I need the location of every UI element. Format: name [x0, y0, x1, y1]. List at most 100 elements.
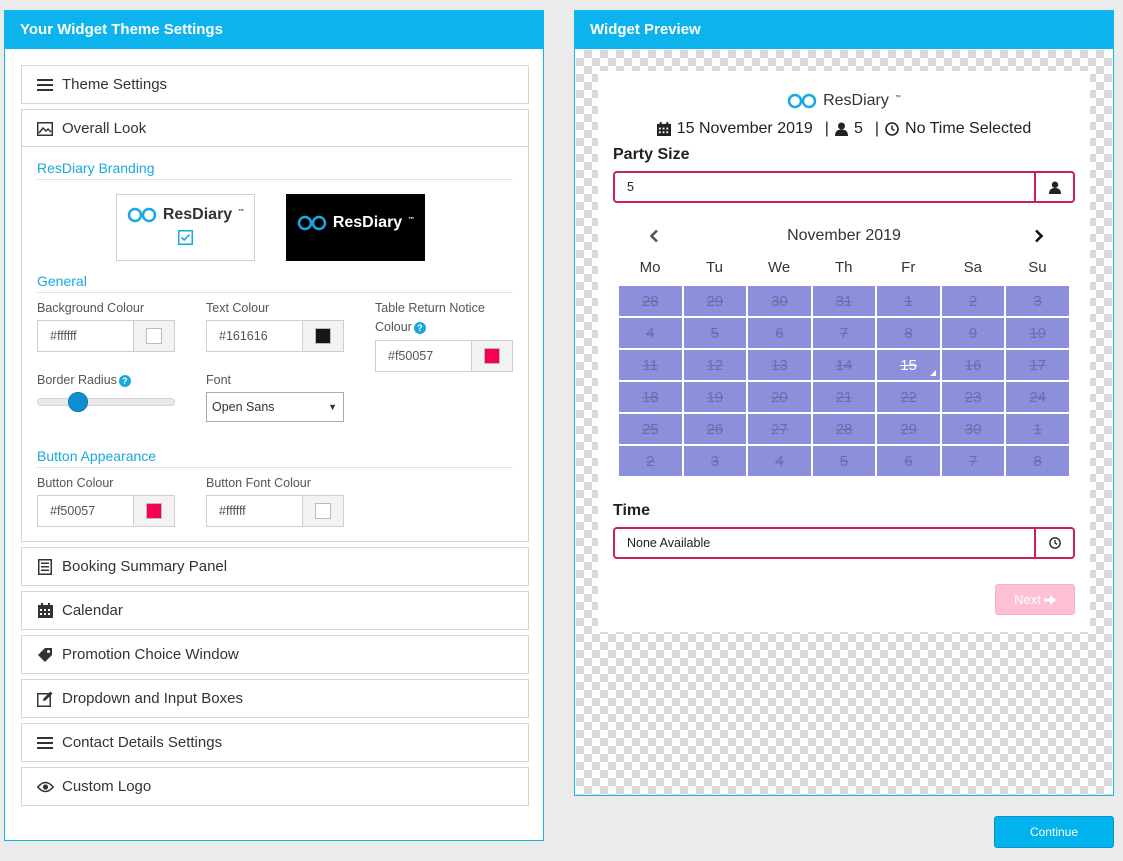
next-button-label: Next	[1014, 592, 1041, 607]
button-font-colour-input[interactable]: #ffffff	[206, 495, 344, 527]
calendar-day[interactable]: 26	[682, 413, 748, 445]
table-return-label-line2: Colour?	[375, 320, 426, 334]
calendar-day[interactable]: 25	[618, 413, 683, 445]
next-button[interactable]: Next	[995, 584, 1075, 615]
help-icon[interactable]: ?	[413, 321, 426, 334]
calendar-day[interactable]: 3	[682, 445, 748, 477]
button-font-colour-label: Button Font Colour	[206, 476, 311, 490]
calendar-day[interactable]: 1	[876, 285, 941, 317]
colour-swatch[interactable]	[315, 503, 331, 519]
theme-settings-panel: Your Widget Theme Settings Theme Setting…	[4, 10, 544, 841]
accordion-booking-summary[interactable]: Booking Summary Panel	[21, 547, 529, 586]
calendar-day[interactable]: 21	[811, 381, 877, 413]
calendar-day[interactable]: 30	[747, 285, 812, 317]
calendar-day[interactable]: 3	[1005, 285, 1070, 317]
help-icon[interactable]: ?	[118, 374, 131, 387]
colour-value: #ffffff	[219, 504, 246, 518]
calendar-day[interactable]: 17	[1005, 349, 1070, 381]
accordion-contact-details[interactable]: Contact Details Settings	[21, 723, 529, 762]
theme-settings-panel-title: Your Widget Theme Settings	[5, 11, 543, 49]
calendar-day[interactable]: 31	[811, 285, 877, 317]
accordion-theme-settings[interactable]: Theme Settings	[21, 65, 529, 104]
colour-swatch[interactable]	[146, 503, 162, 519]
calendar-day[interactable]: 29	[876, 413, 941, 445]
summary-separator: |	[824, 120, 829, 137]
calendar-day[interactable]: 28	[811, 413, 877, 445]
calendar-day[interactable]: 29	[682, 285, 748, 317]
calendar-day[interactable]: 5	[811, 445, 877, 477]
brand-option-dark[interactable]: ResDiary ™	[286, 194, 425, 261]
calendar-day[interactable]: 16	[940, 349, 1006, 381]
next-month-icon[interactable]	[1029, 226, 1049, 246]
accordion-label: Contact Details Settings	[62, 734, 223, 751]
accordion-overall-look-header[interactable]: Overall Look	[22, 110, 528, 147]
colour-swatch[interactable]	[315, 328, 331, 344]
calendar-day[interactable]: 7	[811, 317, 877, 349]
calendar-day[interactable]: 1	[1005, 413, 1070, 445]
time-select[interactable]: None Available	[613, 527, 1075, 559]
colour-swatch[interactable]	[484, 348, 500, 364]
calendar-day[interactable]: 2	[940, 285, 1006, 317]
calendar-month-title: November 2019	[787, 227, 901, 244]
calendar-day[interactable]: 22	[876, 381, 941, 413]
time-label: Time	[613, 502, 651, 519]
continue-button[interactable]: Continue	[994, 816, 1114, 848]
party-size-input[interactable]: 5	[613, 171, 1075, 203]
calendar-day[interactable]: 14	[811, 349, 877, 381]
calendar-week-row: 2345678	[618, 445, 1070, 477]
calendar-day[interactable]: 18	[618, 381, 683, 413]
calendar-day[interactable]: 13	[747, 349, 812, 381]
accordion-custom-logo[interactable]: Custom Logo	[21, 767, 529, 806]
calendar-day[interactable]: 10	[1005, 317, 1070, 349]
accordion-label: Custom Logo	[62, 778, 152, 795]
calendar-day[interactable]: 27	[747, 413, 812, 445]
calendar-day[interactable]: 23	[940, 381, 1006, 413]
calendar-day[interactable]: 7	[940, 445, 1006, 477]
time-value: None Available	[627, 536, 711, 550]
weekday-label: Th	[834, 259, 853, 276]
calendar-grid: 28 29 30 31 1 2 3 4 5 6 7 8 9 10 11 12 13 14 15 16 17 18 19 20 2…	[618, 285, 1070, 477]
slider-handle[interactable]	[67, 392, 88, 412]
accordion-dropdown-input[interactable]: Dropdown and Input Boxes	[21, 679, 529, 718]
calendar-day[interactable]: 20	[747, 381, 812, 413]
calendar-day[interactable]: 2	[618, 445, 683, 477]
colour-swatch[interactable]	[146, 328, 162, 344]
user-icon	[1034, 173, 1073, 201]
calendar-day[interactable]: 15	[876, 349, 941, 381]
table-return-label-line1: Table Return Notice	[375, 301, 485, 315]
calendar-day[interactable]: 24	[1005, 381, 1070, 413]
border-radius-slider[interactable]	[37, 392, 175, 412]
checkbox-checked-icon[interactable]	[178, 229, 193, 250]
brand-name: ResDiary	[162, 205, 233, 223]
calendar-day[interactable]: 11	[618, 349, 683, 381]
calendar-day[interactable]: 4	[747, 445, 812, 477]
calendar-week-row: 28 29 30 31 1 2 3	[618, 285, 1070, 317]
accordion-promotion-choice[interactable]: Promotion Choice Window	[21, 635, 529, 674]
font-select-value: Open Sans	[212, 400, 275, 414]
button-colour-input[interactable]: #f50057	[37, 495, 175, 527]
calendar-day[interactable]: 9	[940, 317, 1006, 349]
colour-value: #161616	[219, 329, 268, 343]
background-colour-input[interactable]: #ffffff	[37, 320, 175, 352]
calendar-day[interactable]: 30	[940, 413, 1006, 445]
calendar-week-row: 25 26 27 28 29 30 1	[618, 413, 1070, 445]
calendar-day[interactable]: 8	[876, 317, 941, 349]
calendar-day[interactable]: 8	[1005, 445, 1070, 477]
calendar-day[interactable]: 19	[682, 381, 748, 413]
clock-icon	[1034, 529, 1073, 557]
resdiary-logo-icon	[297, 215, 327, 230]
calendar-day[interactable]: 6	[747, 317, 812, 349]
summary-separator: |	[874, 120, 880, 137]
text-colour-input[interactable]: #161616	[206, 320, 344, 352]
calendar-day[interactable]: 12	[682, 349, 748, 381]
accordion-label: Booking Summary Panel	[62, 558, 228, 575]
brand-option-light[interactable]: ResDiary ™	[116, 194, 255, 261]
calendar-day[interactable]: 6	[876, 445, 941, 477]
accordion-calendar[interactable]: Calendar	[21, 591, 529, 630]
font-select[interactable]: Open Sans ▼	[206, 392, 344, 422]
table-return-colour-input[interactable]: #f50057	[375, 340, 513, 372]
calendar-day[interactable]: 5	[682, 317, 748, 349]
widget-preview-title: Widget Preview	[575, 11, 1113, 49]
calendar-day[interactable]: 4	[618, 317, 683, 349]
calendar-day[interactable]: 28	[618, 285, 683, 317]
